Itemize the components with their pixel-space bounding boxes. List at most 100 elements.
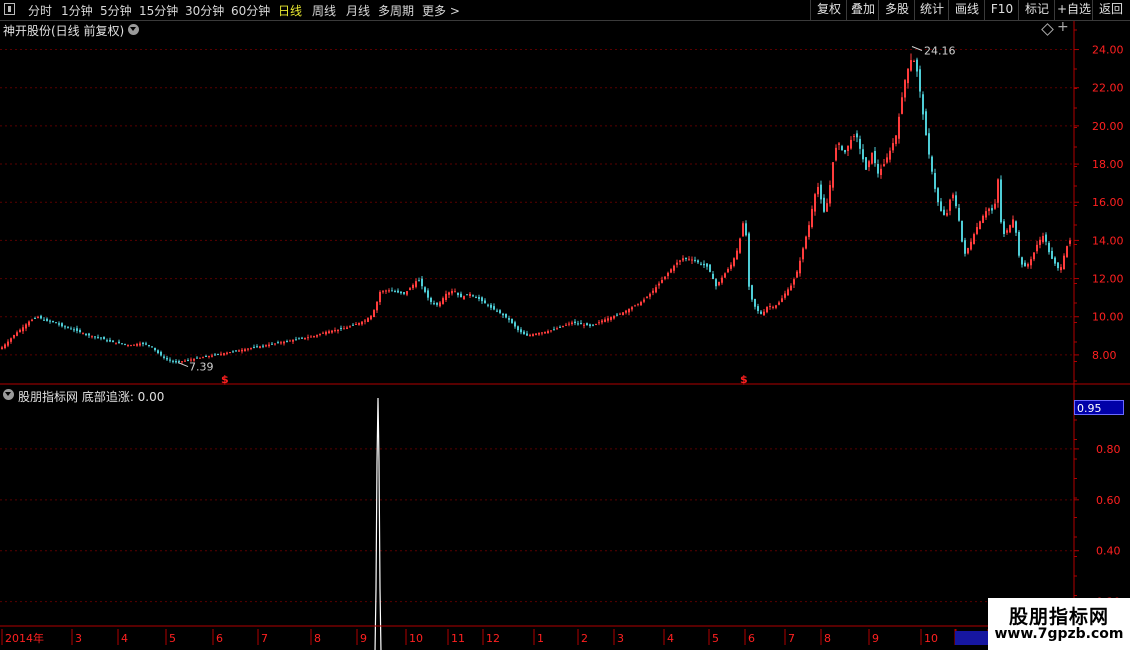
candle-body [133, 344, 135, 346]
candle-body [394, 290, 396, 292]
x-tick-label: 11 [451, 632, 465, 645]
candle-body [664, 276, 666, 279]
kline-chart[interactable]: 24.167.39$ $ 24.0022.0020.0018.0016.0014.… [0, 0, 1130, 650]
candle-body [553, 329, 555, 331]
candle-body [805, 236, 807, 249]
candle-body [1, 347, 3, 350]
candle-body [706, 263, 708, 267]
candle-body [505, 313, 507, 318]
candle-body [31, 319, 33, 321]
candle-body [760, 311, 762, 314]
candle-body [130, 345, 132, 347]
candle-body [481, 297, 483, 302]
candle-body [490, 304, 492, 308]
candle-body [82, 333, 84, 335]
candle-body [1009, 225, 1011, 233]
candle-body [676, 262, 678, 265]
candle-body [448, 292, 450, 295]
candle-body [916, 59, 918, 72]
candle-body [424, 287, 426, 292]
candle-body [1027, 263, 1029, 267]
candle-body [427, 290, 429, 298]
candle-body [112, 340, 114, 343]
candle-body [460, 293, 462, 298]
candle-body [475, 297, 477, 299]
candle-body [772, 306, 774, 308]
candle-body [472, 295, 474, 297]
candle-body [376, 301, 378, 311]
candle-body [235, 350, 237, 352]
candle-body [919, 69, 921, 92]
candle-body [580, 322, 582, 325]
candle-body [220, 353, 222, 355]
candle-body [310, 336, 312, 338]
candle-body [400, 291, 402, 294]
candle-body [40, 315, 42, 319]
candle-body [925, 111, 927, 136]
candle-body [568, 323, 570, 325]
x-tick-label: 12 [486, 632, 500, 645]
x-tick-label: 3 [617, 632, 624, 645]
candle-body [100, 337, 102, 339]
candle-body [793, 279, 795, 285]
candle-body [385, 290, 387, 292]
candle-body [25, 324, 27, 329]
candle-body [1006, 230, 1008, 233]
candle-body [994, 203, 996, 209]
x-tick-label: 10 [924, 632, 938, 645]
candle-body [880, 168, 882, 176]
candle-body [241, 349, 243, 352]
candle-body [625, 310, 627, 313]
candle-body [274, 343, 276, 345]
candle-body [646, 296, 648, 299]
candle-body [835, 147, 837, 161]
candle-body [1063, 255, 1065, 270]
candle-body [862, 149, 864, 160]
candle-body [697, 260, 699, 263]
candle-body [988, 208, 990, 212]
candle-body [868, 161, 870, 168]
candle-body [796, 271, 798, 278]
x-tick-label: 2014年 [5, 631, 44, 645]
candle-body [823, 197, 825, 212]
candle-body [367, 318, 369, 322]
candle-body [778, 302, 780, 305]
candle-body [1039, 239, 1041, 245]
candle-body [457, 292, 459, 296]
x-tick-label: 1 [537, 632, 544, 645]
candle-body [829, 185, 831, 204]
candle-body [412, 284, 414, 289]
candle-body [487, 304, 489, 306]
candle-body [265, 345, 267, 347]
x-tick-label: 10 [409, 632, 423, 645]
candle-body [58, 323, 60, 325]
candle-body [748, 233, 750, 287]
indicator-menu-icon[interactable] [3, 389, 14, 400]
candle-body [217, 354, 219, 356]
candle-body [1045, 234, 1047, 242]
indicator-y-tick-label: 0.80 [1096, 443, 1121, 456]
candle-body [298, 338, 300, 340]
candle-body [352, 324, 354, 326]
candle-body [1024, 262, 1026, 267]
candle-body [106, 340, 108, 342]
candle-body [661, 280, 663, 283]
candle-body [574, 321, 576, 324]
candle-body [598, 322, 600, 324]
candle-body [223, 353, 225, 355]
x-tick-label: 2 [581, 632, 588, 645]
candle-body [205, 355, 207, 357]
candle-body [328, 331, 330, 334]
candle-body [271, 343, 273, 345]
candle-body [850, 139, 852, 149]
candle-body [682, 258, 684, 261]
candle-body [730, 264, 732, 269]
candle-body [283, 341, 285, 344]
candle-body [745, 223, 747, 236]
candle-body [688, 258, 690, 260]
candle-body [55, 322, 57, 324]
candle-body [142, 342, 144, 345]
candle-body [127, 344, 129, 346]
candle-body [1060, 267, 1062, 271]
candle-body [613, 315, 615, 319]
